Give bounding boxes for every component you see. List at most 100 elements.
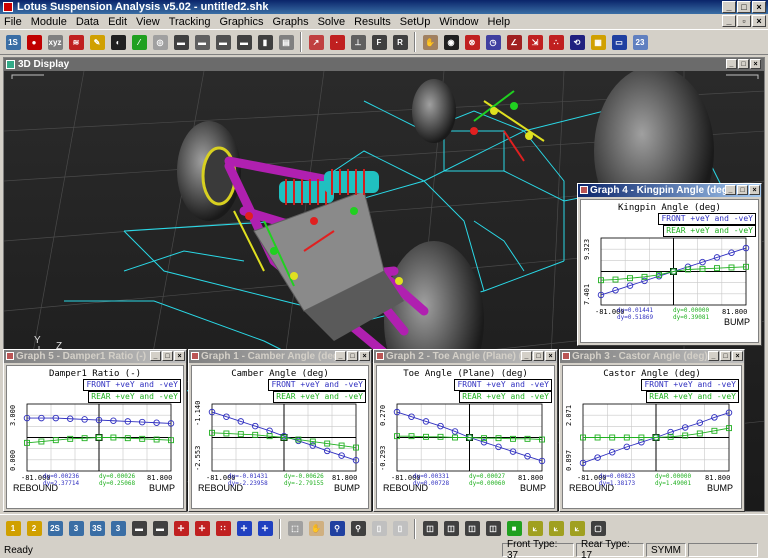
maximize-button[interactable]: □ — [737, 1, 751, 13]
graph-minimize-button[interactable]: _ — [725, 185, 736, 195]
move-xy-button[interactable]: ✛ — [171, 519, 191, 539]
camber-button[interactable]: ∠ — [504, 32, 524, 52]
spring-button[interactable]: ≋ — [66, 32, 86, 52]
printer-button[interactable]: ▦ — [588, 32, 608, 52]
menu-view[interactable]: View — [136, 16, 160, 28]
wheel-button[interactable]: ◐ — [108, 32, 128, 52]
rear-button[interactable]: R — [390, 32, 410, 52]
point-button[interactable]: · — [327, 32, 347, 52]
page-button[interactable]: ▯ — [369, 519, 389, 539]
print-button[interactable]: ▤ — [276, 32, 296, 52]
axes3-button[interactable]: ⟀ — [567, 519, 587, 539]
axes-button[interactable]: ⟀ — [525, 519, 545, 539]
graph-close-button[interactable]: × — [732, 351, 743, 361]
menu-setup[interactable]: SetUp — [400, 16, 431, 28]
graph-minimize-button[interactable]: _ — [521, 351, 532, 361]
menu-solve[interactable]: Solve — [318, 16, 346, 28]
display-maximize-button[interactable]: □ — [738, 59, 749, 69]
graph-window-toe[interactable]: Graph 2 - Toe Angle (Plane) (deg) _ □ × … — [373, 349, 558, 512]
link-button[interactable]: ⁄ — [129, 32, 149, 52]
graph-window-kingpin[interactable]: Graph 4 - Kingpin Angle (deg) _ □ × King… — [577, 183, 762, 346]
eye-button[interactable]: ◎ — [150, 32, 170, 52]
grid-button[interactable]: 23 — [630, 32, 650, 52]
move-z-button[interactable]: ✛ — [192, 519, 212, 539]
view-2s-button[interactable]: 2S — [45, 519, 65, 539]
rotate-button[interactable]: ⟲ — [567, 32, 587, 52]
menu-file[interactable]: File — [4, 16, 22, 28]
menu-graphs[interactable]: Graphs — [273, 16, 309, 28]
graph-maximize-button[interactable]: □ — [162, 351, 173, 361]
graph-maximize-button[interactable]: □ — [347, 351, 358, 361]
move-button[interactable]: ⇲ — [525, 32, 545, 52]
menu-tracking[interactable]: Tracking — [169, 16, 211, 28]
axis-button[interactable]: ⊥ — [348, 32, 368, 52]
clock-button[interactable]: ◷ — [483, 32, 503, 52]
menu-help[interactable]: Help — [488, 16, 511, 28]
xyz-button[interactable]: xyz — [45, 32, 65, 52]
car-top-button[interactable]: ▬ — [213, 32, 233, 52]
hand-button[interactable]: ✋ — [420, 32, 440, 52]
pan2-button[interactable]: ✛ — [255, 519, 275, 539]
page2-button[interactable]: ▯ — [390, 519, 410, 539]
nodes-button[interactable]: ∴ — [546, 32, 566, 52]
zoom-out-button[interactable]: ⚲ — [348, 519, 368, 539]
pan-button[interactable]: ✛ — [234, 519, 254, 539]
view-3s-button[interactable]: 3S — [87, 519, 107, 539]
graph-plot-area[interactable]: Castor Angle (deg) FRONT +veY and -veY RE… — [562, 365, 742, 509]
cube-solid-button[interactable]: ■ — [504, 519, 524, 539]
view-1-button[interactable]: 1 — [3, 519, 23, 539]
car-rear-button[interactable]: ▬ — [192, 32, 212, 52]
menu-window[interactable]: Window — [439, 16, 478, 28]
graph-close-button[interactable]: × — [359, 351, 370, 361]
menu-module[interactable]: Module — [31, 16, 67, 28]
graph-close-button[interactable]: × — [174, 351, 185, 361]
graph-window-camber[interactable]: Graph 1 - Camber Angle (deg) _ □ × Cambe… — [188, 349, 372, 512]
graph-plot-area[interactable]: Camber Angle (deg) FRONT +veY and -veY RE… — [191, 365, 369, 509]
display-minimize-button[interactable]: _ — [726, 59, 737, 69]
cube-button[interactable]: ◫ — [420, 519, 440, 539]
graph-maximize-button[interactable]: □ — [737, 185, 748, 195]
car-front-button[interactable]: ▬ — [129, 519, 149, 539]
graph-close-button[interactable]: × — [749, 185, 760, 195]
tyre-button[interactable]: ◉ — [441, 32, 461, 52]
mdi-minimize-button[interactable]: _ — [722, 15, 736, 27]
graph-maximize-button[interactable]: □ — [533, 351, 544, 361]
view-3-button[interactable]: 3 — [66, 519, 86, 539]
minimize-button[interactable]: _ — [722, 1, 736, 13]
pen-button[interactable]: ✎ — [87, 32, 107, 52]
graph-window-castor[interactable]: Graph 3 - Castor Angle (deg) _ □ × Casto… — [559, 349, 745, 512]
mdi-restore-button[interactable]: ▫ — [737, 15, 751, 27]
select-button[interactable]: ⬚ — [285, 519, 305, 539]
chassis-button[interactable]: ▮ — [255, 32, 275, 52]
menu-data[interactable]: Data — [76, 16, 99, 28]
graph-minimize-button[interactable]: _ — [335, 351, 346, 361]
axes2-button[interactable]: ⟀ — [546, 519, 566, 539]
view-3b-button[interactable]: 3 — [108, 519, 128, 539]
hand-pan-button[interactable]: ✋ — [306, 519, 326, 539]
menu-graphics[interactable]: Graphics — [219, 16, 263, 28]
menu-edit[interactable]: Edit — [108, 16, 127, 28]
graph-minimize-button[interactable]: _ — [708, 351, 719, 361]
car-button[interactable]: ▬ — [171, 32, 191, 52]
graph-close-button[interactable]: × — [545, 351, 556, 361]
mdi-close-button[interactable]: × — [752, 15, 766, 27]
graph-plot-area[interactable]: Damper1 Ratio (-) FRONT +veY and -veY REA… — [6, 365, 184, 509]
graph-maximize-button[interactable]: □ — [720, 351, 731, 361]
record-button[interactable]: ● — [24, 32, 44, 52]
front-button[interactable]: F — [369, 32, 389, 52]
graph-minimize-button[interactable]: _ — [150, 351, 161, 361]
graph-window-damper[interactable]: Graph 5 - Damper1 Ratio (-) _ □ × Damper… — [3, 349, 187, 512]
graph-plot-area[interactable]: Kingpin Angle (deg) FRONT +veY and -veY R… — [580, 199, 759, 343]
display-close-button[interactable]: × — [750, 59, 761, 69]
steer-button[interactable]: ⊗ — [462, 32, 482, 52]
window-button[interactable]: ▢ — [588, 519, 608, 539]
menu-results[interactable]: Results — [354, 16, 391, 28]
view-2-button[interactable]: 2 — [24, 519, 44, 539]
graph-plot-area[interactable]: Toe Angle (Plane) (deg) FRONT +veY and -… — [376, 365, 555, 509]
car-side-button[interactable]: ▬ — [234, 32, 254, 52]
cube4-button[interactable]: ◫ — [483, 519, 503, 539]
monitor-button[interactable]: ▭ — [609, 32, 629, 52]
scatter-button[interactable]: ∷ — [213, 519, 233, 539]
steps-button[interactable]: 1S — [3, 32, 23, 52]
cube3-button[interactable]: ◫ — [462, 519, 482, 539]
